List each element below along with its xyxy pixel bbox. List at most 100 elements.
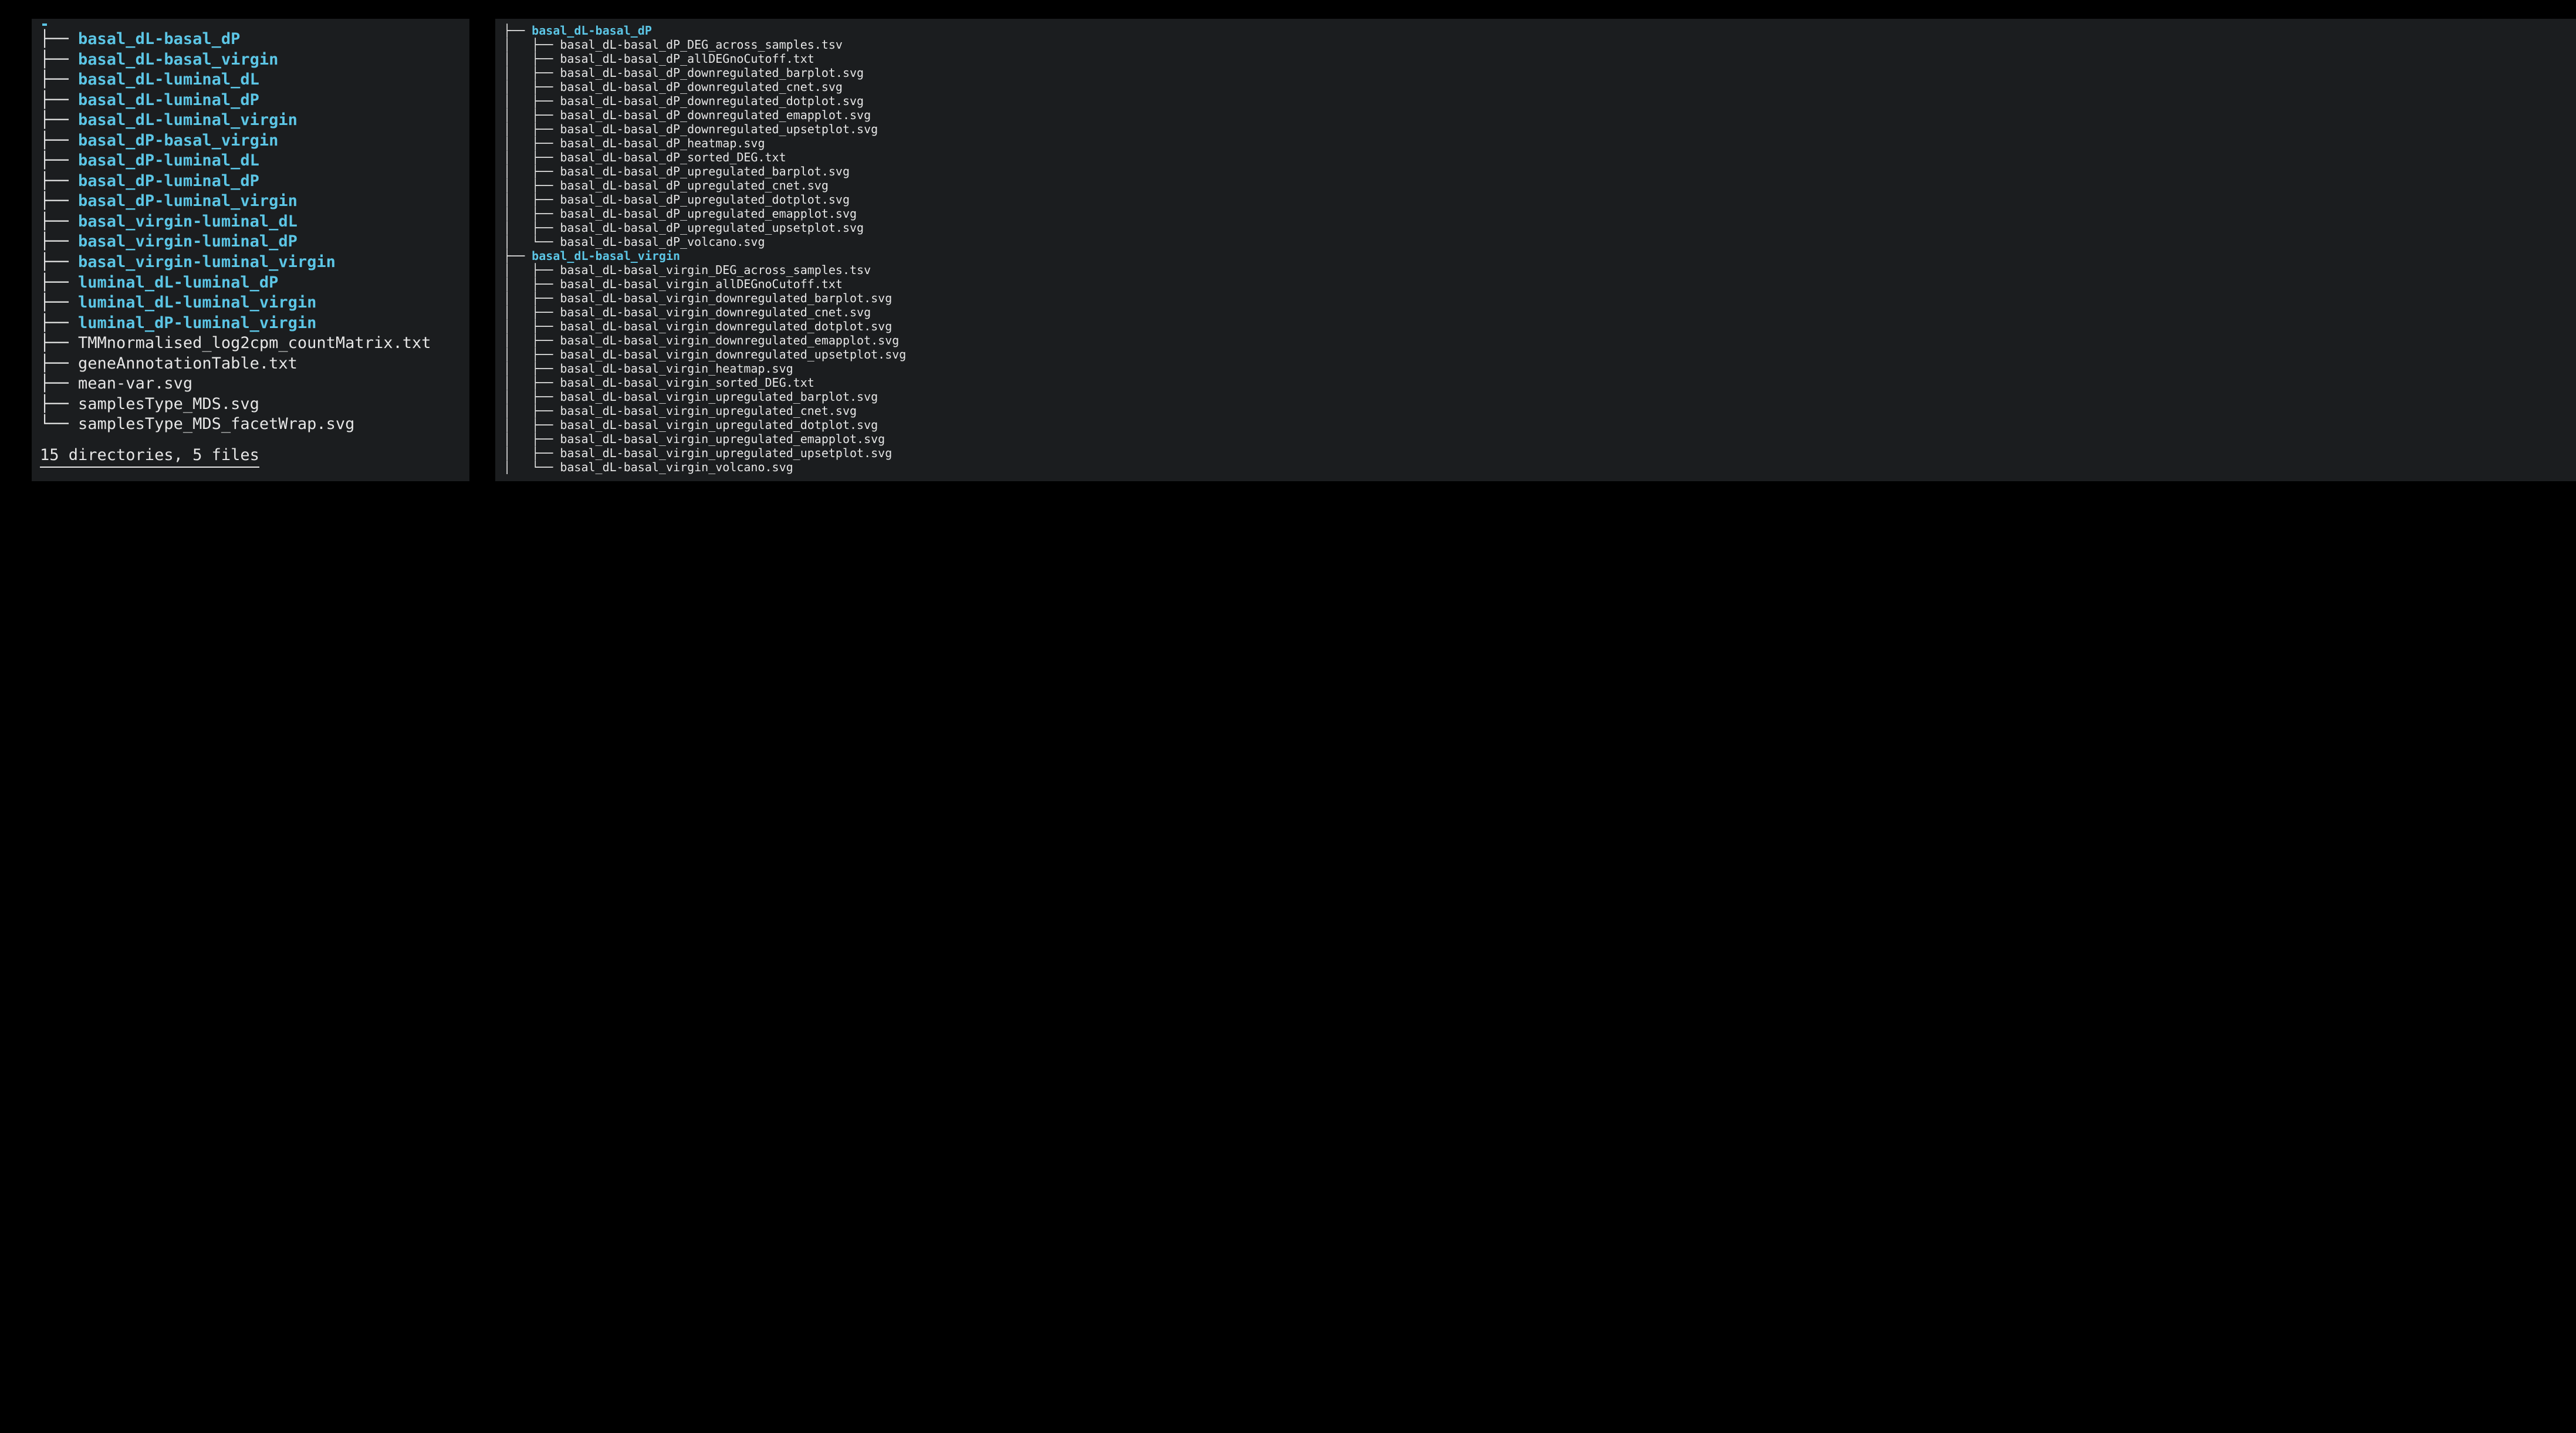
tree-dir-row[interactable]: ├── basal_dP-luminal_virgin xyxy=(40,191,461,212)
tree-file-row[interactable]: ├── geneAnnotationTable.txt xyxy=(40,354,461,374)
tree-file-row[interactable]: │ ├── basal_dL-basal_virgin_upregulated_… xyxy=(503,418,2568,432)
file-name: basal_dL-basal_dP_DEG_across_samples.tsv xyxy=(560,38,843,52)
file-name: basal_dL-basal_dP_upregulated_dotplot.sv… xyxy=(560,192,850,207)
tree-branch-glyph: │ ├── xyxy=(503,404,560,418)
file-name: basal_dL-basal_virgin_allDEGnoCutoff.txt xyxy=(560,277,843,291)
tree-file-row[interactable]: ├── samplesType_MDS.svg xyxy=(40,394,461,415)
tree-branch-glyph: ├── xyxy=(40,314,78,332)
tree-file-row[interactable]: ├── TMMnormalised_log2cpm_countMatrix.tx… xyxy=(40,333,461,354)
file-name: mean-var.svg xyxy=(78,374,192,393)
file-name: basal_dL-basal_dP_upregulated_barplot.sv… xyxy=(560,164,850,178)
tree-branch-glyph: │ ├── xyxy=(503,94,560,108)
tree-file-row[interactable]: │ └── basal_dL-basal_dP_volcano.svg xyxy=(503,235,2568,249)
directory-name: basal_dL-basal_dP xyxy=(78,30,240,48)
tree-branch-glyph: │ ├── xyxy=(503,80,560,94)
file-name: basal_dL-basal_virgin_upregulated_barplo… xyxy=(560,390,878,404)
tree-branch-glyph: ├── xyxy=(40,50,78,69)
tree-branch-glyph: ├── xyxy=(40,192,78,210)
file-name: basal_dL-basal_dP_upregulated_cnet.svg xyxy=(560,178,829,192)
file-name: samplesType_MDS.svg xyxy=(78,395,259,413)
tree-dir-row[interactable]: ├── basal_dL-basal_virgin xyxy=(40,50,461,70)
tree-branch-glyph: ├── xyxy=(40,395,78,413)
file-name: basal_dL-basal_virgin_volcano.svg xyxy=(560,460,793,474)
tree-dir-row[interactable]: ├── basal_dL-basal_virgin xyxy=(503,249,2568,263)
tree-file-row[interactable]: │ ├── basal_dL-basal_dP_DEG_across_sampl… xyxy=(503,38,2568,52)
tree-dir-row[interactable]: ├── basal_virgin-luminal_virgin xyxy=(40,252,461,273)
tree-file-row[interactable]: │ ├── basal_dL-basal_dP_downregulated_cn… xyxy=(503,80,2568,94)
tree-dir-row[interactable]: ├── basal_dP-basal_virgin xyxy=(40,131,461,151)
tree-file-row[interactable]: │ ├── basal_dL-basal_virgin_heatmap.svg xyxy=(503,361,2568,376)
tree-dir-row[interactable]: ├── basal_dP-luminal_dL xyxy=(40,151,461,171)
tree-branch-glyph: │ ├── xyxy=(503,164,560,178)
tree-branch-glyph: │ ├── xyxy=(503,38,560,52)
tree-branch-glyph: ├── xyxy=(40,374,78,393)
tree-branch-glyph: │ ├── xyxy=(503,52,560,66)
file-name: basal_dL-basal_virgin_upregulated_emappl… xyxy=(560,432,885,446)
file-name: basal_dL-basal_dP_downregulated_upsetplo… xyxy=(560,122,878,136)
tree-file-row[interactable]: │ ├── basal_dL-basal_dP_upregulated_cnet… xyxy=(503,178,2568,192)
file-name: basal_dL-basal_dP_upregulated_emapplot.s… xyxy=(560,207,857,221)
tree-file-row[interactable]: │ ├── basal_dL-basal_virgin_upregulated_… xyxy=(503,404,2568,418)
tree-file-row[interactable]: │ ├── basal_dL-basal_virgin_sorted_DEG.t… xyxy=(503,376,2568,390)
tree-file-row[interactable]: │ ├── basal_dL-basal_virgin_downregulate… xyxy=(503,319,2568,333)
tree-branch-glyph: │ ├── xyxy=(503,333,560,347)
tree-file-row[interactable]: │ └── basal_dL-basal_virgin_volcano.svg xyxy=(503,460,2568,474)
tree-branch-glyph: │ ├── xyxy=(503,178,560,192)
tree-dir-row[interactable]: ├── basal_dL-basal_dP xyxy=(40,29,461,50)
tree-file-row[interactable]: │ ├── basal_dL-basal_dP_allDEGnoCutoff.t… xyxy=(503,52,2568,66)
tree-file-row[interactable]: │ ├── basal_dL-basal_virgin_allDEGnoCuto… xyxy=(503,277,2568,291)
tree-file-row[interactable]: │ ├── basal_dL-basal_virgin_downregulate… xyxy=(503,305,2568,319)
file-name: basal_dL-basal_dP_allDEGnoCutoff.txt xyxy=(560,52,814,66)
file-name: basal_dL-basal_dP_downregulated_emapplot… xyxy=(560,108,871,122)
tree-dir-row[interactable]: ├── luminal_dL-luminal_dP xyxy=(40,273,461,293)
tree-dir-row[interactable]: ├── basal_dL-luminal_dP xyxy=(40,90,461,111)
tree-branch-glyph: ├── xyxy=(40,212,78,231)
tree-dir-row[interactable]: ├── basal_dL-luminal_dL xyxy=(40,70,461,90)
file-name: samplesType_MDS_facetWrap.svg xyxy=(78,415,354,433)
tree-file-row[interactable]: │ ├── basal_dL-basal_dP_sorted_DEG.txt xyxy=(503,150,2568,164)
cursor-accent xyxy=(42,23,47,26)
tree-branch-glyph: │ ├── xyxy=(503,361,560,376)
tree-file-row[interactable]: └── samplesType_MDS_facetWrap.svg xyxy=(40,414,461,435)
tree-file-row[interactable]: │ ├── basal_dL-basal_dP_downregulated_em… xyxy=(503,108,2568,122)
tree-dir-row[interactable]: ├── basal_dP-luminal_dP xyxy=(40,171,461,192)
tree-file-row[interactable]: │ ├── basal_dL-basal_virgin_DEG_across_s… xyxy=(503,263,2568,277)
tree-file-row[interactable]: │ ├── basal_dL-basal_dP_upregulated_barp… xyxy=(503,164,2568,178)
tree-file-row[interactable]: │ ├── basal_dL-basal_dP_downregulated_ba… xyxy=(503,66,2568,80)
tree-file-row[interactable]: ├── mean-var.svg xyxy=(40,374,461,394)
tree-file-row[interactable]: │ ├── basal_dL-basal_virgin_downregulate… xyxy=(503,347,2568,361)
tree-dir-row[interactable]: ├── basal_dL-luminal_virgin xyxy=(40,110,461,131)
file-name: basal_dL-basal_virgin_downregulated_upse… xyxy=(560,347,906,361)
tree-branch-glyph: │ ├── xyxy=(503,192,560,207)
tree-branch-glyph: │ ├── xyxy=(503,207,560,221)
file-name: basal_dL-basal_virgin_downregulated_cnet… xyxy=(560,305,871,319)
split-view: ├── basal_dL-basal_dP├── basal_dL-basal_… xyxy=(0,0,2576,481)
file-name: basal_dL-basal_virgin_downregulated_barp… xyxy=(560,291,892,305)
directory-name: basal_dP-luminal_dL xyxy=(78,151,259,170)
tree-branch-glyph: │ ├── xyxy=(503,108,560,122)
directory-name: basal_virgin-luminal_virgin xyxy=(78,253,336,271)
tree-branch-glyph: │ ├── xyxy=(503,390,560,404)
tree-file-row[interactable]: │ ├── basal_dL-basal_dP_upregulated_upse… xyxy=(503,221,2568,235)
tree-file-row[interactable]: │ ├── basal_dL-basal_dP_heatmap.svg xyxy=(503,136,2568,150)
tree-file-row[interactable]: │ ├── basal_dL-basal_virgin_upregulated_… xyxy=(503,432,2568,446)
file-name: basal_dL-basal_dP_sorted_DEG.txt xyxy=(560,150,786,164)
directory-name: basal_virgin-luminal_dL xyxy=(78,212,298,231)
tree-dir-row[interactable]: ├── basal_dL-basal_dP xyxy=(503,23,2568,38)
tree-file-row[interactable]: │ ├── basal_dL-basal_dP_downregulated_up… xyxy=(503,122,2568,136)
tree-file-row[interactable]: │ ├── basal_dL-basal_virgin_downregulate… xyxy=(503,291,2568,305)
tree-file-row[interactable]: │ ├── basal_dL-basal_dP_upregulated_dotp… xyxy=(503,192,2568,207)
tree-dir-row[interactable]: ├── basal_virgin-luminal_dL xyxy=(40,212,461,232)
tree-file-row[interactable]: │ ├── basal_dL-basal_dP_downregulated_do… xyxy=(503,94,2568,108)
tree-file-row[interactable]: │ ├── basal_dL-basal_dP_upregulated_emap… xyxy=(503,207,2568,221)
directory-name: luminal_dL-luminal_virgin xyxy=(78,293,316,312)
tree-dir-row[interactable]: ├── luminal_dL-luminal_virgin xyxy=(40,293,461,313)
file-name: basal_dL-basal_virgin_DEG_across_samples… xyxy=(560,263,871,277)
tree-dir-row[interactable]: ├── basal_virgin-luminal_dP xyxy=(40,232,461,252)
tree-file-row[interactable]: │ ├── basal_dL-basal_virgin_upregulated_… xyxy=(503,446,2568,460)
tree-file-row[interactable]: │ ├── basal_dL-basal_virgin_downregulate… xyxy=(503,333,2568,347)
tree-panel-left: ├── basal_dL-basal_dP├── basal_dL-basal_… xyxy=(32,19,469,481)
tree-file-row[interactable]: │ ├── basal_dL-basal_virgin_upregulated_… xyxy=(503,390,2568,404)
directory-name: luminal_dL-luminal_dP xyxy=(78,273,278,292)
tree-dir-row[interactable]: ├── luminal_dP-luminal_virgin xyxy=(40,313,461,334)
